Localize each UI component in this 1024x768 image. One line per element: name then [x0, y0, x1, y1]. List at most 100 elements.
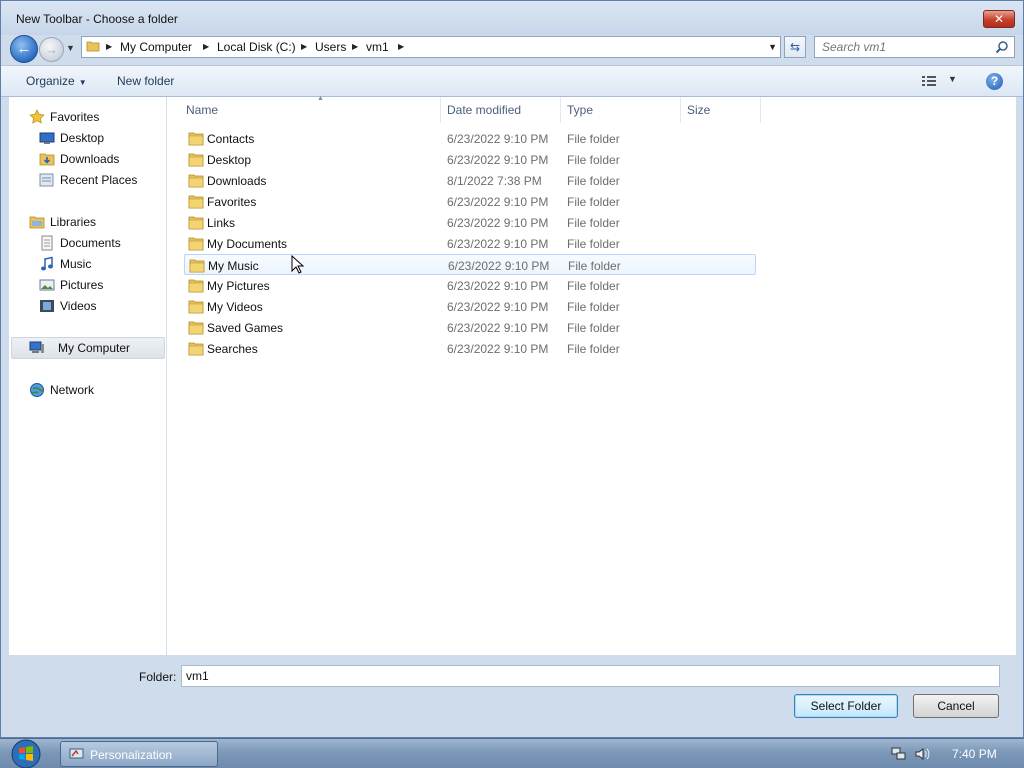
folder-icon — [188, 236, 204, 251]
window-title: New Toolbar - Choose a folder — [16, 12, 178, 26]
network-tray-icon[interactable] — [891, 747, 906, 761]
file-name: Saved Games — [207, 321, 284, 335]
column-header-date[interactable]: Date modified — [441, 97, 561, 123]
computer-icon — [29, 341, 44, 353]
refresh-button[interactable]: ⇆ — [784, 36, 806, 58]
folder-label: Folder: — [139, 670, 177, 684]
file-type: File folder — [567, 342, 620, 356]
column-header-name[interactable]: Name ▲ — [180, 95, 441, 123]
select-folder-button[interactable]: Select Folder — [794, 694, 898, 718]
star-icon — [29, 109, 45, 124]
taskbar-item-label: Personalization — [90, 748, 173, 762]
chevron-down-icon: ▼ — [78, 78, 87, 87]
documents-icon — [41, 235, 53, 251]
search-box[interactable] — [814, 36, 1015, 58]
folder-icon — [188, 152, 204, 167]
file-type: File folder — [568, 259, 621, 273]
breadcrumb-vm1[interactable]: vm1 — [366, 40, 389, 54]
music-note-icon — [41, 256, 53, 271]
table-row[interactable]: My Videos 6/23/2022 9:10 PM File folder — [184, 296, 756, 317]
nav-label: Videos — [60, 299, 97, 313]
libraries-icon — [29, 216, 45, 229]
navigation-pane[interactable]: Favorites Desktop Downloads Recent Place… — [9, 97, 167, 655]
folder-icon — [188, 341, 204, 356]
folder-icon — [188, 320, 204, 335]
breadcrumb-users[interactable]: Users — [315, 40, 346, 54]
file-name: Contacts — [207, 132, 255, 146]
search-icon[interactable] — [995, 40, 1009, 54]
help-button[interactable]: ? — [986, 73, 1003, 90]
column-header-size[interactable]: Size — [681, 97, 761, 123]
windows-start-icon[interactable] — [8, 739, 44, 768]
file-type: File folder — [567, 300, 620, 314]
address-bar[interactable]: ▶ My Computer ▶ Local Disk (C:) ▶ Users … — [81, 36, 781, 58]
nav-label: Recent Places — [60, 173, 138, 187]
folder-icon — [188, 299, 204, 314]
taskbar-item-personalization[interactable]: Personalization — [60, 741, 218, 767]
new-folder-button[interactable]: New folder — [117, 74, 174, 88]
table-row[interactable]: My Music 6/23/2022 9:10 PM File folder — [184, 254, 756, 275]
file-type: File folder — [567, 132, 620, 146]
file-name: My Pictures — [207, 279, 270, 293]
column-header-type[interactable]: Type — [561, 97, 681, 123]
change-view-button[interactable]: ▼ — [921, 73, 961, 89]
table-row[interactable]: Favorites 6/23/2022 9:10 PM File folder — [184, 191, 756, 212]
file-name: My Music — [208, 259, 259, 273]
breadcrumb-local-disk[interactable]: Local Disk (C:) — [217, 40, 296, 54]
organize-label: Organize — [26, 74, 75, 88]
table-row[interactable]: Contacts 6/23/2022 9:10 PM File folder — [184, 128, 756, 149]
breadcrumb-separator-icon[interactable]: ▶ — [352, 42, 358, 51]
file-date: 6/23/2022 9:10 PM — [447, 153, 549, 167]
folder-name-input[interactable] — [181, 665, 1000, 687]
table-row[interactable]: Saved Games 6/23/2022 9:10 PM File folder — [184, 317, 756, 338]
network-globe-icon — [30, 383, 44, 397]
nav-label: My Computer — [58, 341, 131, 355]
file-date: 8/1/2022 7:38 PM — [447, 174, 542, 188]
close-button[interactable]: ✕ — [983, 10, 1015, 28]
file-type: File folder — [567, 237, 620, 251]
chevron-down-icon: ▼ — [948, 74, 957, 84]
file-type: File folder — [567, 216, 620, 230]
desktop-icon — [39, 132, 55, 144]
table-row[interactable]: Links 6/23/2022 9:10 PM File folder — [184, 212, 756, 233]
table-row[interactable]: My Pictures 6/23/2022 9:10 PM File folder — [184, 275, 756, 296]
sort-ascending-icon: ▲ — [317, 95, 324, 102]
organize-button[interactable]: Organize ▼ — [26, 74, 87, 88]
breadcrumb-my-computer[interactable]: My Computer — [120, 40, 192, 54]
file-date: 6/23/2022 9:10 PM — [447, 216, 549, 230]
table-row[interactable]: My Documents 6/23/2022 9:10 PM File folder — [184, 233, 756, 254]
title-bar[interactable]: New Toolbar - Choose a folder ✕ — [1, 1, 1023, 35]
volume-icon[interactable] — [915, 747, 930, 761]
pictures-icon — [39, 279, 55, 291]
search-input[interactable] — [815, 37, 993, 57]
nav-label: Favorites — [50, 110, 100, 124]
address-row: ← → ▼ ▶ My Computer ▶ Local Disk (C:) ▶ … — [1, 35, 1023, 63]
table-row[interactable]: Desktop 6/23/2022 9:10 PM File folder — [184, 149, 756, 170]
folder-icon — [188, 173, 204, 188]
folder-icon — [86, 41, 100, 52]
file-name: Downloads — [207, 174, 267, 188]
recent-pages-chevron-icon[interactable]: ▼ — [66, 43, 78, 55]
forward-button[interactable]: → — [39, 37, 64, 62]
file-type: File folder — [567, 195, 620, 209]
choose-folder-dialog: New Toolbar - Choose a folder ✕ ← → ▼ ▶ … — [0, 0, 1024, 738]
file-name: Links — [207, 216, 236, 230]
address-dropdown-icon[interactable]: ▼ — [768, 42, 777, 52]
file-list[interactable]: Name ▲ Date modified Type Size Contacts 6… — [169, 95, 1016, 655]
file-date: 6/23/2022 9:10 PM — [447, 279, 549, 293]
clock[interactable]: 7:40 PM — [952, 747, 997, 761]
breadcrumb-separator-icon[interactable]: ▶ — [398, 42, 404, 51]
back-button[interactable]: ← — [10, 35, 38, 63]
file-date: 6/23/2022 9:10 PM — [447, 237, 549, 251]
table-row[interactable]: Searches 6/23/2022 9:10 PM File folder — [184, 338, 756, 359]
breadcrumb-separator-icon[interactable]: ▶ — [301, 42, 307, 51]
cancel-button[interactable]: Cancel — [913, 694, 999, 718]
breadcrumb-separator-icon[interactable]: ▶ — [203, 42, 209, 51]
file-date: 6/23/2022 9:10 PM — [447, 195, 549, 209]
breadcrumb-separator-icon[interactable]: ▶ — [106, 42, 112, 51]
details-view-icon — [922, 76, 936, 86]
file-name: My Documents — [207, 237, 288, 251]
table-row[interactable]: Downloads 8/1/2022 7:38 PM File folder — [184, 170, 756, 191]
column-size-label: Size — [687, 103, 711, 117]
file-type: File folder — [567, 279, 620, 293]
